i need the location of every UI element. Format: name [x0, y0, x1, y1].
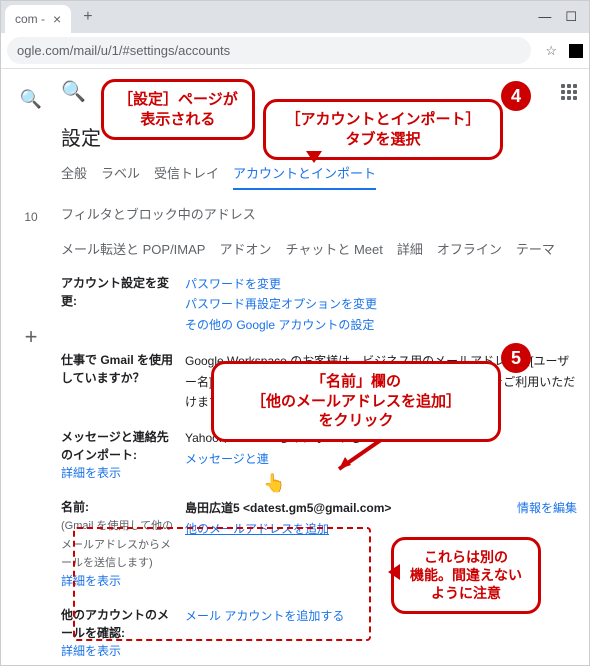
compose-plus-icon[interactable]: +	[25, 324, 38, 350]
sidebar-count: 10	[24, 210, 37, 224]
dashed-highlight-box	[73, 527, 371, 641]
mouse-cursor-icon: 👆	[263, 473, 285, 494]
apps-grid-icon[interactable]	[561, 84, 577, 100]
settings-tabs-row2: メール転送と POP/IMAP アドオン チャットと Meet 詳細 オフライン…	[61, 239, 577, 258]
change-recovery-link[interactable]: パスワード再設定オプションを変更	[185, 294, 577, 314]
minimize-icon[interactable]: —	[538, 9, 551, 25]
other-account-settings-link[interactable]: その他の Google アカウントの設定	[185, 315, 577, 335]
tab-advanced[interactable]: 詳細	[397, 239, 423, 258]
name-label: 名前:	[61, 500, 89, 514]
check-mail-more-link[interactable]: 詳細を表示	[61, 644, 121, 658]
address-bar-row: ogle.com/mail/u/1/#settings/accounts ☆	[1, 33, 589, 69]
settings-tabs-row1: 全般 ラベル 受信トレイ アカウントとインポート フィルタとブロック中のアドレス	[61, 163, 577, 229]
tab-offline[interactable]: オフライン	[437, 239, 502, 258]
tab-themes[interactable]: テーマ	[516, 239, 555, 258]
edit-info-link[interactable]: 情報を編集	[517, 498, 577, 518]
bookmark-star-icon[interactable]: ☆	[539, 43, 563, 59]
tab-chat[interactable]: チャットと Meet	[285, 239, 382, 258]
tab-labels[interactable]: ラベル	[101, 163, 140, 190]
step-badge-5: 5	[501, 343, 531, 373]
tab-accounts[interactable]: アカウントとインポート	[233, 163, 376, 190]
new-tab-button[interactable]: +	[77, 6, 98, 28]
address-bar[interactable]: ogle.com/mail/u/1/#settings/accounts	[7, 37, 531, 64]
callout-add-email: 「名前」欄の［他のメールアドレスを追加］をクリック	[211, 361, 501, 442]
change-settings-label: アカウント設定を変更:	[61, 274, 179, 335]
maximize-icon[interactable]: ☐	[565, 9, 577, 25]
window-buttons: — ☐	[538, 9, 585, 25]
send-as-address: 島田広道5 <datest.gm5@gmail.com>	[185, 501, 391, 515]
import-messages-link[interactable]: メッセージと連	[185, 452, 269, 466]
tab-inbox[interactable]: 受信トレイ	[154, 163, 219, 190]
tab-general[interactable]: 全般	[61, 163, 87, 190]
browser-tab[interactable]: com - ×	[5, 5, 71, 33]
callout-settings-page: ［設定］ページが表示される	[101, 79, 255, 140]
callout-select-tab: ［アカウントとインポート］タブを選択	[263, 99, 503, 160]
tab-filters[interactable]: フィルタとブロック中のアドレス	[61, 204, 256, 229]
callout-warning: これらは別の機能。間違えないように注意	[391, 537, 541, 614]
extension-icon[interactable]	[569, 44, 583, 58]
import-label: メッセージと連絡先のインポート:	[61, 430, 169, 462]
tab-title: com -	[15, 12, 45, 26]
browser-tab-strip: com - × + — ☐	[1, 1, 589, 33]
tab-addons[interactable]: アドオン	[219, 239, 271, 258]
import-more-link[interactable]: 詳細を表示	[61, 466, 121, 480]
search-icon[interactable]: 🔍	[20, 89, 42, 110]
gmail-search-icon[interactable]: 🔍	[61, 79, 86, 104]
step-badge-4: 4	[501, 81, 531, 111]
gmail-sidebar: 🔍 10 +	[1, 69, 61, 665]
change-password-link[interactable]: パスワードを変更	[185, 274, 577, 294]
workspace-label: 仕事で Gmail を使用していますか？	[61, 351, 179, 412]
tab-forwarding[interactable]: メール転送と POP/IMAP	[61, 239, 205, 258]
close-tab-icon[interactable]: ×	[53, 11, 61, 27]
